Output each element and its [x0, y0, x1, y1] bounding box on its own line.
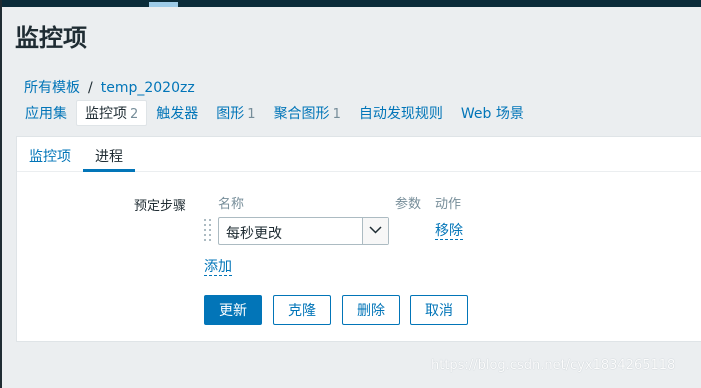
tab-preprocessing[interactable]: 进程: [83, 137, 135, 172]
sub-tab-items[interactable]: 监控项 2: [76, 100, 148, 126]
sub-tab-screens[interactable]: 聚合图形 1: [265, 100, 350, 126]
window-left-edge: [0, 0, 2, 388]
update-button[interactable]: 更新: [204, 295, 262, 325]
sub-tab-label: 聚合图形: [273, 106, 330, 122]
drag-handle-icon[interactable]: [204, 219, 212, 243]
cancel-button[interactable]: 取消: [410, 295, 468, 325]
tab-item[interactable]: 监控项: [17, 137, 83, 172]
breadcrumb: 所有模板 / temp_2020zz: [24, 77, 195, 97]
sub-tab-count: 1: [247, 107, 256, 122]
page-title: 监控项: [15, 24, 87, 52]
sub-tab-graphs[interactable]: 图形 1: [207, 100, 264, 126]
active-nav-indicator: [149, 2, 178, 7]
form-tabs: 监控项 进程: [17, 137, 701, 172]
sub-tab-label: 触发器: [156, 106, 199, 122]
breadcrumb-all-templates[interactable]: 所有模板: [24, 80, 80, 96]
sub-tab-label: Web 场景: [460, 106, 524, 122]
item-form-panel: 监控项 进程 预定步骤 名称 参数 动作 每秒更改 移除 添加 更新 克隆 删除…: [16, 136, 701, 342]
sub-tab-label: 自动发现规则: [358, 106, 443, 122]
sub-tab-label: 应用集: [25, 106, 67, 122]
remove-step-link[interactable]: 移除: [435, 224, 463, 240]
breadcrumb-separator: /: [88, 80, 93, 96]
clone-button[interactable]: 克隆: [273, 295, 331, 325]
sub-tab-count: 1: [332, 107, 341, 122]
sub-tab-label: 图形: [216, 106, 245, 122]
select-value: 每秒更改: [226, 226, 282, 242]
select-dropdown-button[interactable]: [362, 218, 388, 244]
template-sub-tabs: 应用集 监控项 2 触发器 图形 1 聚合图形 1 自动发现规则 Web 场景: [16, 100, 533, 126]
sub-tab-web-scenarios[interactable]: Web 场景: [452, 100, 533, 126]
sub-tab-label: 监控项: [85, 106, 127, 122]
preprocessing-steps-label: 预定步骤: [134, 199, 187, 214]
chevron-down-icon: [369, 226, 382, 234]
column-header-name: 名称: [218, 197, 245, 212]
sub-tab-discovery-rules[interactable]: 自动发现规则: [350, 100, 452, 126]
sub-tab-count: 2: [130, 107, 139, 122]
top-nav-bar: [0, 0, 701, 7]
column-header-params: 参数: [395, 197, 422, 212]
preprocessing-step-select[interactable]: 每秒更改: [218, 217, 389, 245]
watermark: https://blog.csdn.net/cyx1834265118: [431, 358, 676, 373]
sub-tab-triggers[interactable]: 触发器: [147, 100, 207, 126]
breadcrumb-template[interactable]: temp_2020zz: [101, 80, 195, 96]
delete-button[interactable]: 删除: [342, 295, 400, 325]
sub-tab-applications[interactable]: 应用集: [16, 100, 76, 126]
column-header-action: 动作: [435, 197, 462, 212]
add-step-link[interactable]: 添加: [204, 260, 232, 276]
